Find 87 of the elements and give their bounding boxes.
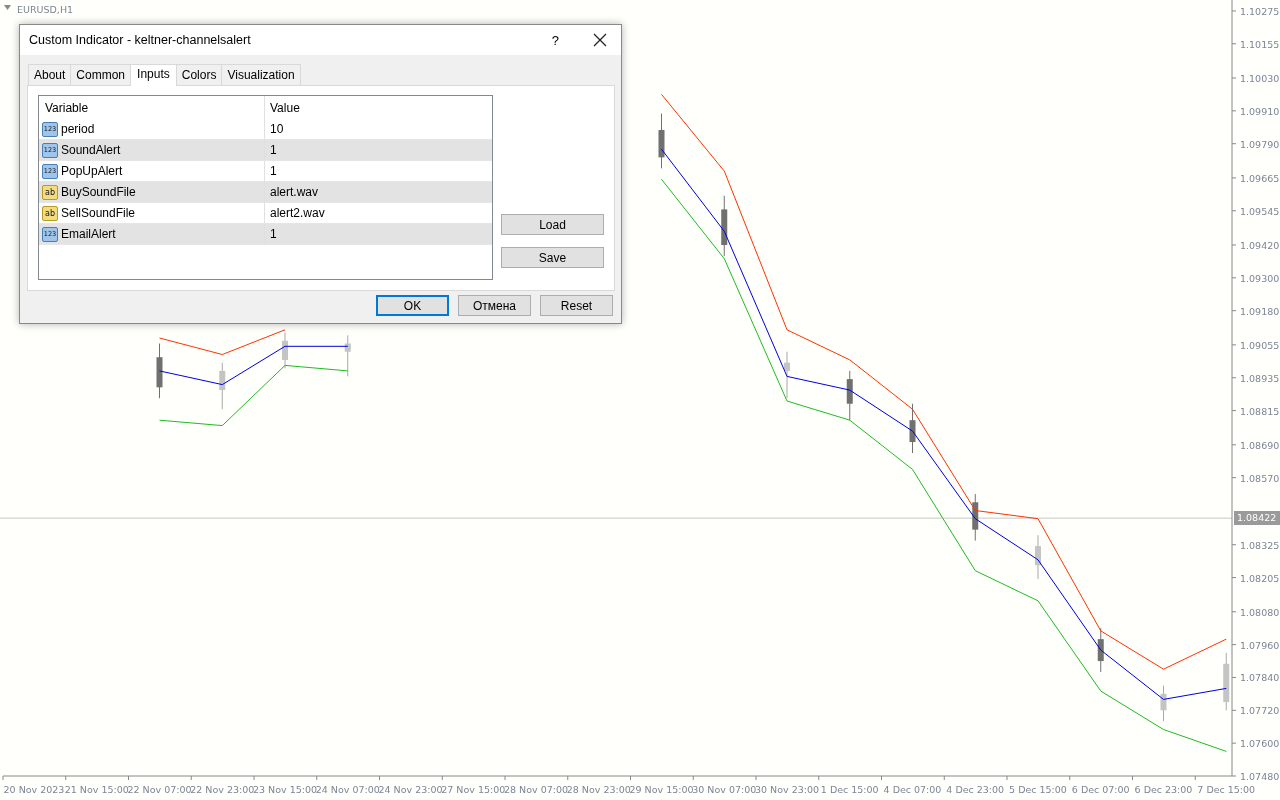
tab[interactable]: About: [28, 64, 72, 85]
time-label: 24 Nov 23:00: [378, 784, 443, 795]
price-label: 1.07840: [1240, 672, 1280, 684]
time-label: 23 Nov 15:00: [253, 784, 317, 795]
price-label: 1.08690: [1240, 439, 1280, 451]
price-label: 1.09180: [1240, 305, 1280, 317]
column-header: Value: [269, 99, 301, 117]
variable-name: PopUpAlert: [61, 164, 123, 178]
time-label: 6 Dec 07:00: [1071, 784, 1130, 795]
price-label: 1.09545: [1240, 205, 1280, 217]
price-label: 1.07600: [1240, 738, 1280, 750]
candle: [1035, 534, 1041, 580]
price-label: 1.08815: [1240, 405, 1280, 417]
tab[interactable]: Inputs: [130, 64, 177, 86]
side-button[interactable]: Load: [501, 214, 604, 235]
chart-symbol: EURUSD,H1: [17, 4, 74, 15]
text-type-badge: ab: [42, 184, 58, 200]
variable-name: SellSoundFile: [61, 206, 136, 220]
time-label: 28 Nov 23:00: [566, 784, 631, 795]
price-label: 1.07480: [1240, 771, 1280, 782]
time-label: 7 Dec 15:00: [1197, 784, 1256, 795]
candle: [282, 332, 288, 369]
variable-name: EmailAlert: [61, 227, 116, 241]
variable-value[interactable]: alert2.wav: [265, 203, 492, 223]
candle: [972, 493, 979, 542]
side-button[interactable]: Save: [501, 247, 604, 268]
current-price-tag: 1.08422: [1234, 511, 1280, 526]
candle: [846, 370, 853, 421]
price-label: 1.08935: [1240, 372, 1280, 384]
time-label: 24 Nov 07:00: [315, 784, 380, 795]
candle: [1097, 627, 1104, 673]
candle: [721, 195, 728, 257]
close-icon[interactable]: [593, 33, 607, 47]
time-label: 1 Dec 15:00: [820, 784, 879, 795]
price-label: 1.08080: [1240, 606, 1280, 618]
price-label: 1.09790: [1240, 138, 1280, 150]
price-label: 1.09665: [1240, 172, 1280, 184]
price-label: 1.09055: [1240, 339, 1280, 351]
price-label: 1.08570: [1240, 472, 1280, 484]
time-label: 20 Nov 2023: [3, 784, 65, 795]
candle: [784, 351, 790, 399]
price-label: 1.07960: [1240, 639, 1280, 651]
variable-value[interactable]: 1: [265, 140, 492, 160]
dropdown-icon[interactable]: [4, 5, 11, 10]
candle: [1160, 685, 1167, 722]
time-label: 4 Dec 23:00: [946, 784, 1005, 795]
candle: [156, 343, 163, 399]
candle: [344, 334, 351, 377]
time-label: 22 Nov 07:00: [127, 784, 192, 795]
tab[interactable]: Visualization: [221, 64, 301, 85]
dialog-title: Custom Indicator - keltner-channelsalert: [29, 33, 252, 47]
price-label: 1.09420: [1240, 240, 1280, 251]
price-label: 1.10030: [1240, 73, 1280, 84]
help-button[interactable]: ?: [547, 32, 563, 48]
candle: [658, 113, 665, 169]
dialog-button[interactable]: OK: [376, 295, 449, 316]
price-label: 1.10155: [1240, 38, 1280, 50]
text-type-badge: ab: [42, 205, 58, 221]
column-header: Variable: [39, 96, 265, 119]
price-label: 1.08325: [1240, 539, 1280, 551]
candle: [1223, 652, 1230, 711]
time-label: 22 Nov 23:00: [190, 784, 255, 795]
time-label: 28 Nov 07:00: [504, 784, 568, 795]
time-label: 6 Dec 23:00: [1134, 784, 1193, 795]
time-label: 27 Nov 15:00: [441, 784, 506, 795]
dialog-button[interactable]: Отмена: [458, 295, 531, 316]
variable-value[interactable]: 1: [265, 224, 492, 244]
variable-value[interactable]: 1: [265, 161, 492, 181]
price-label: 1.09300: [1240, 272, 1280, 284]
time-label: 30 Nov 23:00: [755, 784, 819, 795]
variable-value[interactable]: 10: [265, 119, 492, 139]
time-label: 21 Nov 15:00: [64, 784, 129, 795]
variable-value[interactable]: alert.wav: [265, 182, 492, 202]
candle: [219, 362, 226, 410]
dialog-button[interactable]: Reset: [540, 295, 613, 316]
price-label: 1.10275: [1240, 5, 1280, 17]
price-label: 1.08205: [1240, 572, 1280, 584]
time-label: 29 Nov 15:00: [629, 784, 694, 795]
time-label: 4 Dec 07:00: [883, 784, 942, 795]
variable-name: BuySoundFile: [61, 185, 136, 199]
price-label: 1.07720: [1240, 705, 1280, 717]
variable-name: period: [61, 122, 95, 136]
time-label: 30 Nov 07:00: [692, 784, 757, 795]
price-label: 1.09910: [1240, 105, 1280, 117]
time-label: 5 Dec 15:00: [1009, 784, 1067, 795]
candle: [909, 403, 916, 454]
variable-name: SoundAlert: [61, 143, 121, 157]
